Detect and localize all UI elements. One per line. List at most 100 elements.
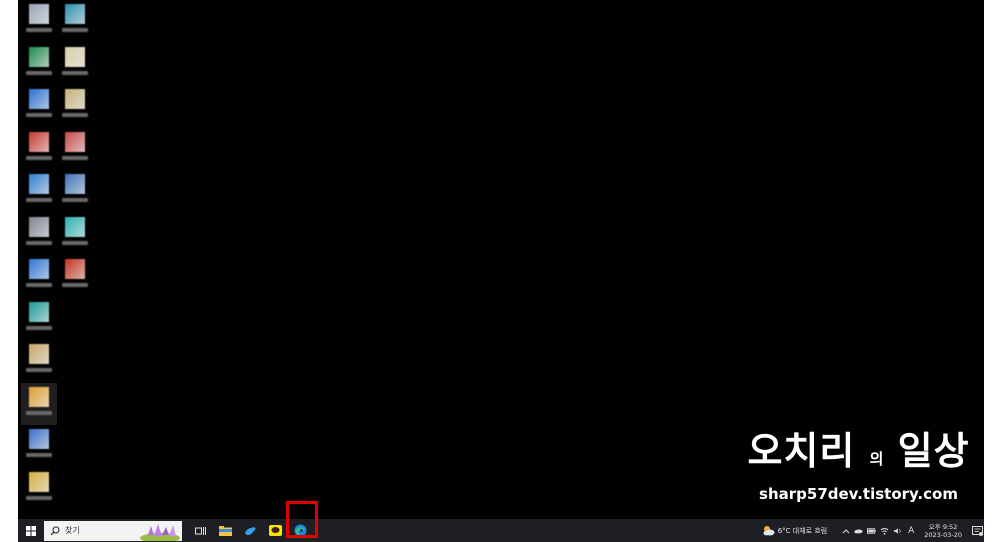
- desktop-icon-label: [26, 240, 52, 245]
- search-highlight-icon: [140, 523, 180, 541]
- desktop-icon-label: [26, 198, 52, 202]
- desktop-icon[interactable]: [21, 340, 57, 382]
- desktop-icon[interactable]: [21, 213, 57, 255]
- excel-icon: [29, 46, 49, 67]
- app-icon: [29, 429, 49, 449]
- app-icon: [65, 174, 85, 194]
- desktop-icon-label: [62, 240, 88, 245]
- chrome-icon: [29, 386, 49, 407]
- battery-button[interactable]: [867, 526, 876, 535]
- cloudy-weather-icon: [763, 526, 775, 536]
- clock-time: 오후 9:52: [928, 522, 958, 531]
- desktop-icon-label: [62, 198, 88, 202]
- desktop-icon-label: [62, 70, 88, 75]
- app-icon: [65, 4, 85, 24]
- search-placeholder: 찾기: [65, 526, 80, 535]
- desktop-icon[interactable]: [21, 85, 57, 127]
- show-hidden-icons-button[interactable]: [841, 526, 850, 535]
- taskbar: 찾기 6°C 대체로 흐림 A 오후 9:52 2023-03-20: [18, 519, 984, 542]
- desktop-icon[interactable]: [21, 43, 57, 85]
- weather-text: 6°C 대체로 흐림: [777, 526, 828, 535]
- clock[interactable]: 오후 9:52 2023-03-20: [924, 523, 962, 539]
- notification-icon: [971, 525, 983, 536]
- app-icon: [29, 216, 49, 237]
- watermark-title-part1: 오치리: [747, 429, 856, 473]
- desktop-icon-label: [26, 410, 52, 415]
- watermark-subtitle: sharp57dev.tistory.com: [759, 485, 958, 503]
- watermark-title-small: 의: [869, 450, 884, 468]
- app-icon: [65, 131, 85, 152]
- desktop-icon[interactable]: [21, 128, 57, 170]
- app-icon: [65, 216, 85, 237]
- app-icon: [29, 89, 49, 109]
- app-icon: [29, 259, 49, 279]
- file-icon: [65, 89, 85, 109]
- bird-app-button[interactable]: [238, 519, 262, 542]
- watermark-title-part2: 일상: [897, 429, 970, 473]
- cloud-icon: [854, 528, 863, 533]
- edge-highlight-box: [286, 501, 318, 538]
- start-button[interactable]: [18, 519, 44, 542]
- search-icon: [50, 526, 60, 535]
- notification-button[interactable]: [970, 519, 984, 542]
- desktop-icon-label: [62, 155, 88, 160]
- file-explorer-icon: [218, 526, 232, 536]
- desktop-icon[interactable]: [57, 0, 93, 42]
- desktop-icon-label: [26, 495, 52, 500]
- system-tray: 6°C 대체로 흐림 A 오후 9:52 2023-03-20: [762, 519, 984, 542]
- desktop-icon-label: [62, 283, 88, 287]
- network-button[interactable]: [880, 526, 889, 535]
- desktop-icon[interactable]: [21, 298, 57, 340]
- folder-icon: [29, 471, 49, 492]
- desktop-icon-label: [26, 28, 52, 32]
- kakaotalk-icon: [268, 525, 282, 536]
- desktop-icon[interactable]: [21, 382, 57, 425]
- bird-app-icon: [244, 526, 256, 535]
- desktop-icon[interactable]: [21, 425, 57, 467]
- app-icon: [29, 344, 49, 364]
- clock-date: 2023-03-20: [924, 530, 962, 539]
- desktop-icon-label: [26, 325, 52, 330]
- desktop-icon[interactable]: [21, 255, 57, 297]
- desktop-icon-label: [26, 368, 52, 372]
- desktop[interactable]: 오치리 의 일상 sharp57dev.tistory.com: [18, 0, 984, 519]
- desktop-icon[interactable]: [57, 43, 93, 85]
- app-icon: [29, 4, 49, 24]
- file-icon: [65, 46, 85, 67]
- search-box[interactable]: 찾기: [44, 520, 182, 541]
- desktop-icon-label: [26, 155, 52, 160]
- kakaotalk-button[interactable]: [263, 519, 287, 542]
- edge-icon: [29, 301, 49, 322]
- desktop-icon[interactable]: [57, 128, 93, 170]
- desktop-icon[interactable]: [57, 255, 93, 297]
- desktop-icon-label: [26, 453, 52, 457]
- desktop-icon-label: [26, 113, 52, 117]
- desktop-icon[interactable]: [21, 170, 57, 212]
- watermark-title: 오치리 의 일상: [746, 428, 971, 482]
- desktop-icon[interactable]: [57, 213, 93, 255]
- watermark: 오치리 의 일상 sharp57dev.tistory.com: [746, 428, 971, 504]
- desktop-icon-label: [26, 283, 52, 287]
- app-icon: [29, 174, 49, 194]
- desktop-icon-label: [62, 113, 88, 117]
- volume-button[interactable]: [893, 526, 902, 535]
- desktop-icon[interactable]: [21, 0, 57, 42]
- onedrive-button[interactable]: [854, 526, 863, 535]
- desktop-icon-label: [62, 28, 88, 32]
- task-view-icon: [194, 526, 206, 535]
- app-icon: [65, 259, 85, 279]
- screen: 오치리 의 일상 sharp57dev.tistory.com 찾기 6°C 대…: [0, 0, 1000, 542]
- desktop-icon-label: [26, 70, 52, 75]
- input-indicator[interactable]: A: [906, 526, 916, 536]
- file-explorer-button[interactable]: [213, 519, 237, 542]
- app-icon: [29, 131, 49, 152]
- speaker-icon: [894, 527, 901, 534]
- desktop-icon[interactable]: [57, 170, 93, 212]
- wifi-icon: [880, 527, 889, 535]
- desktop-icon[interactable]: [21, 468, 57, 510]
- battery-icon: [867, 527, 876, 534]
- task-view-button[interactable]: [188, 519, 212, 542]
- weather-widget[interactable]: 6°C 대체로 흐림: [762, 525, 828, 536]
- desktop-icon[interactable]: [57, 85, 93, 127]
- chevron-up-icon: [842, 528, 850, 533]
